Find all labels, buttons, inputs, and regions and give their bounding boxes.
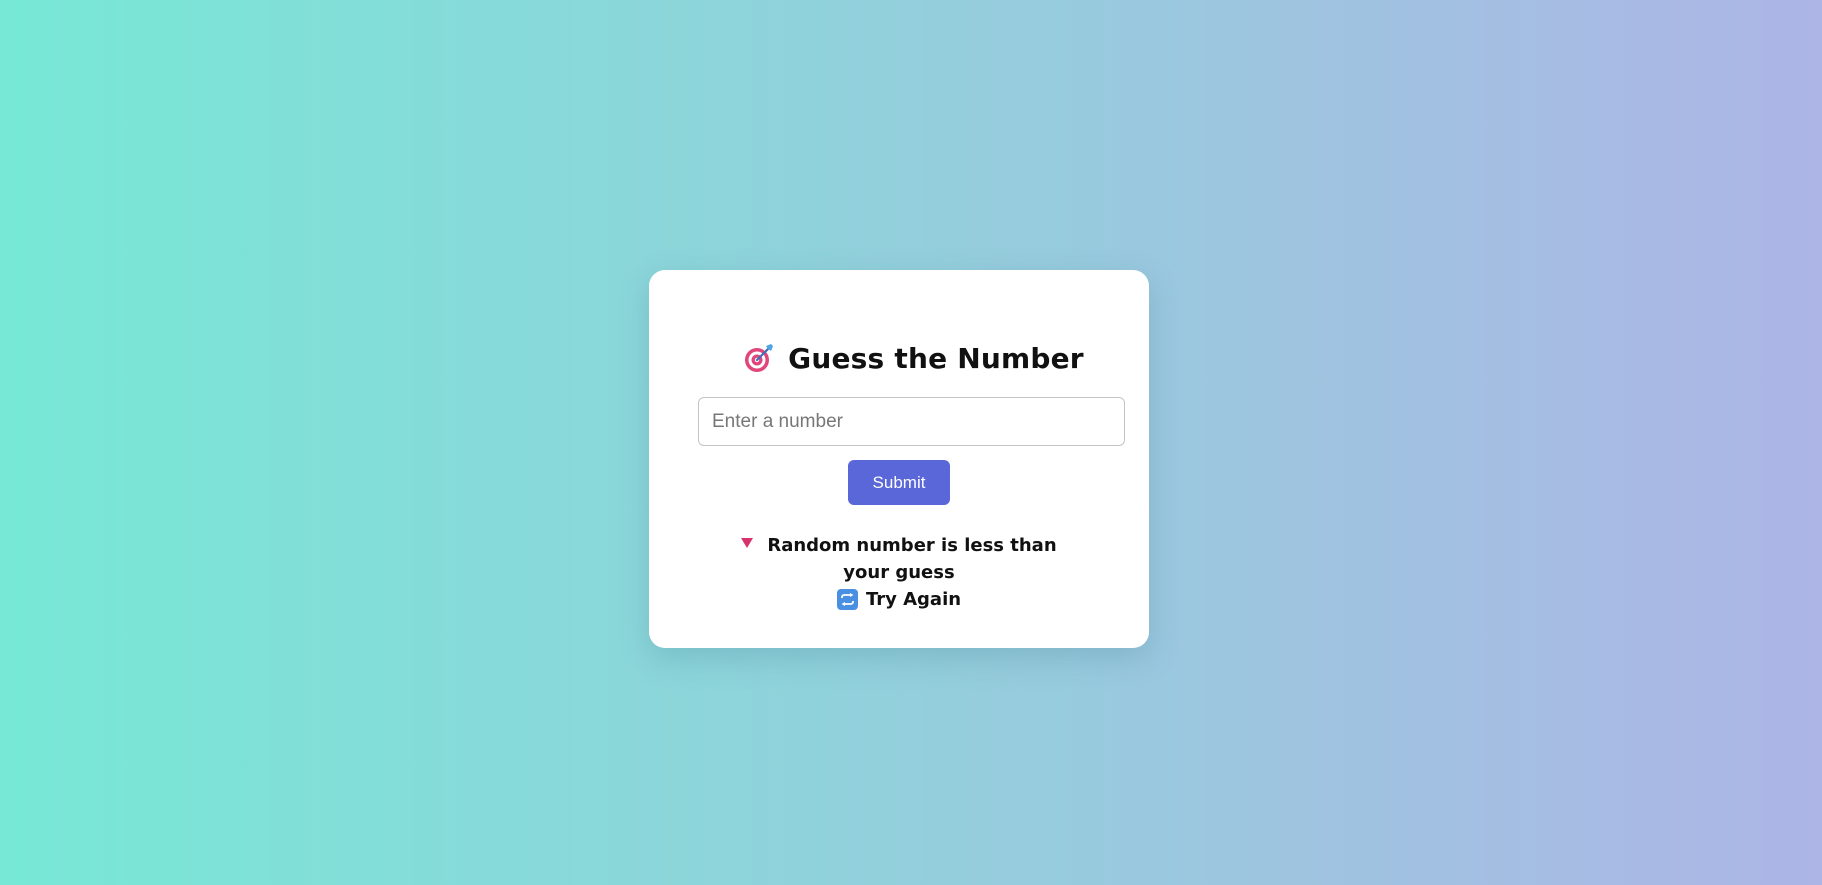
result-message: Random number is less than your guess Tr…: [729, 532, 1069, 614]
hint-text: Random number is less than your guess: [767, 535, 1057, 583]
title-row: Guess the Number: [649, 333, 1149, 383]
number-input[interactable]: [698, 397, 1125, 446]
target-icon: [745, 344, 774, 372]
game-card: Guess the Number Submit Random number is…: [649, 270, 1149, 648]
down-triangle-icon: [741, 538, 754, 548]
repeat-icon: [836, 589, 858, 610]
hint-line: Random number is less than your guess: [729, 532, 1069, 586]
try-again-text: Try Again: [865, 589, 962, 610]
submit-button[interactable]: Submit: [848, 460, 950, 505]
page-title: Guess the Number: [788, 341, 1084, 375]
try-again-line: Try Again: [836, 586, 962, 613]
